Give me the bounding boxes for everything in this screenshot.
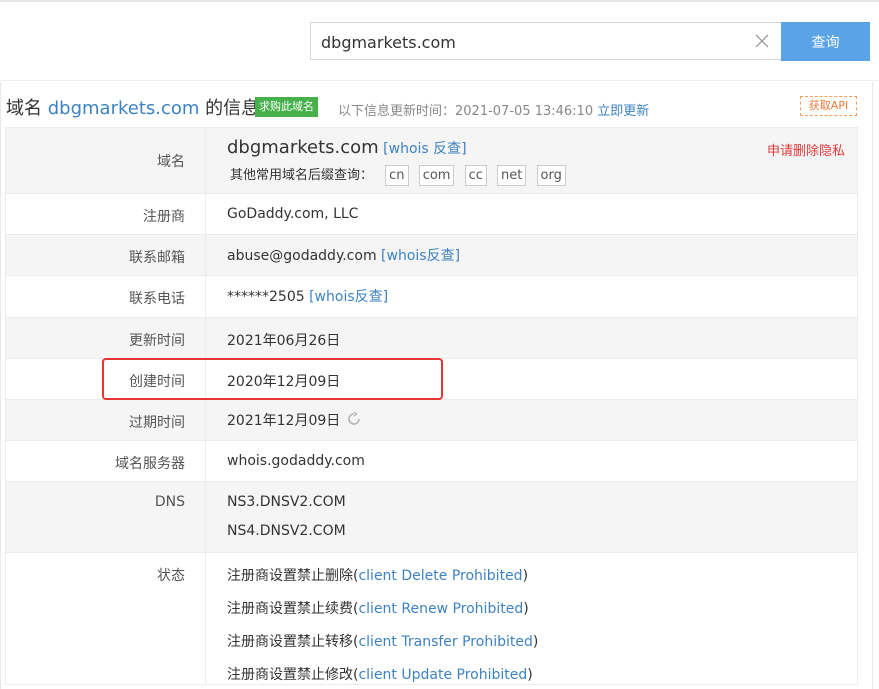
label-phone: 联系电话 <box>5 275 206 318</box>
tld-cn[interactable]: cn <box>385 165 409 186</box>
divider <box>0 80 879 81</box>
label-status: 状态 <box>5 552 206 685</box>
value-email: abuse@godaddy.com [whois反查] <box>205 234 858 276</box>
value-expires: 2021年12月09日 <box>205 399 858 441</box>
value-registrar: GoDaddy.com, LLC <box>205 193 858 235</box>
whois-reverse-link[interactable]: [whois 反查] <box>383 141 466 157</box>
title-suffix: 的信息 <box>199 98 260 119</box>
dns-server-1: NS3.DNSV2.COM <box>227 494 346 510</box>
right-border <box>872 82 873 689</box>
label-dns: DNS <box>5 481 206 553</box>
label-email: 联系邮箱 <box>5 234 206 276</box>
whois-table: 域名 dbgmarkets.com [whois 反查] 其他常用域名后缀查询：… <box>5 127 858 685</box>
value-updated: 2021年06月26日 <box>205 317 858 359</box>
status-item: 注册商设置禁止删除(client Delete Prohibited) <box>227 568 529 584</box>
row-updated: 更新时间 2021年06月26日 <box>5 317 858 359</box>
status-code-link[interactable]: client Transfer Prohibited <box>358 634 532 650</box>
search-box <box>310 22 781 60</box>
value-status: 注册商设置禁止删除(client Delete Prohibited) 注册商设… <box>205 552 858 685</box>
row-email: 联系邮箱 abuse@godaddy.com [whois反查] <box>5 234 858 276</box>
info-header: 域名 dbgmarkets.com 的信息 求购此域名 以下信息更新时间：202… <box>0 94 879 124</box>
label-updated: 更新时间 <box>5 317 206 359</box>
title-prefix: 域名 <box>6 98 48 119</box>
label-registrar: 注册商 <box>5 193 206 235</box>
update-prefix: 以下信息更新时间： <box>338 104 456 119</box>
label-domain: 域名 <box>5 127 206 194</box>
search-bar: 查询 <box>0 2 879 80</box>
clear-icon[interactable] <box>755 34 769 48</box>
email-value: abuse@godaddy.com <box>227 248 377 264</box>
label-expires: 过期时间 <box>5 399 206 441</box>
highlight-box <box>102 358 443 400</box>
page-title: 域名 dbgmarkets.com 的信息 <box>6 94 259 120</box>
row-status: 状态 注册商设置禁止删除(client Delete Prohibited) 注… <box>5 552 858 685</box>
buy-domain-badge[interactable]: 求购此域名 <box>255 97 318 117</box>
tld-prompt: 其他常用域名后缀查询： <box>230 168 374 183</box>
row-expires: 过期时间 2021年12月09日 <box>5 399 858 441</box>
status-code-link[interactable]: client Update Prohibited <box>358 667 527 683</box>
row-whois-server: 域名服务器 whois.godaddy.com <box>5 440 858 482</box>
value-domain: dbgmarkets.com [whois 反查] 其他常用域名后缀查询： cn… <box>205 127 858 194</box>
status-item: 注册商设置禁止转移(client Transfer Prohibited) <box>227 634 539 650</box>
refresh-icon[interactable] <box>346 411 362 427</box>
row-domain: 域名 dbgmarkets.com [whois 反查] 其他常用域名后缀查询：… <box>5 127 858 194</box>
email-whois-link[interactable]: [whois反查] <box>381 248 460 264</box>
dns-server-2: NS4.DNSV2.COM <box>227 523 346 539</box>
value-whois-server: whois.godaddy.com <box>205 440 858 482</box>
remove-privacy-link[interactable]: 申请删除隐私 <box>767 140 845 159</box>
update-time: 2021-07-05 13:46:10 <box>455 104 594 119</box>
get-api-button[interactable]: 获取API <box>800 96 857 116</box>
update-info: 以下信息更新时间：2021-07-05 13:46:10 立即更新 <box>338 100 649 119</box>
left-border <box>0 82 1 689</box>
phone-whois-link[interactable]: [whois反查] <box>309 289 388 305</box>
phone-value: ******2505 <box>227 289 305 305</box>
tld-org[interactable]: org <box>536 165 566 186</box>
label-whois-server: 域名服务器 <box>5 440 206 482</box>
row-phone: 联系电话 ******2505 [whois反查] <box>5 275 858 318</box>
status-code-link[interactable]: client Delete Prohibited <box>358 568 522 584</box>
status-item: 注册商设置禁止续费(client Renew Prohibited) <box>227 601 529 617</box>
domain-name: dbgmarkets.com <box>227 137 379 158</box>
row-dns: DNS NS3.DNSV2.COM NS4.DNSV2.COM <box>5 481 858 553</box>
search-input[interactable] <box>321 31 741 53</box>
update-now-link[interactable]: 立即更新 <box>597 104 649 119</box>
row-registrar: 注册商 GoDaddy.com, LLC <box>5 193 858 235</box>
search-button[interactable]: 查询 <box>781 22 870 61</box>
tld-net[interactable]: net <box>497 165 527 186</box>
tld-cc[interactable]: cc <box>464 165 487 186</box>
tld-com[interactable]: com <box>418 165 455 186</box>
status-code-link[interactable]: client Renew Prohibited <box>358 601 523 617</box>
value-dns: NS3.DNSV2.COM NS4.DNSV2.COM <box>205 481 858 553</box>
value-phone: ******2505 [whois反查] <box>205 275 858 318</box>
status-item: 注册商设置禁止修改(client Update Prohibited) <box>227 667 533 683</box>
title-domain: dbgmarkets.com <box>47 98 200 119</box>
expires-value: 2021年12月09日 <box>227 413 341 429</box>
